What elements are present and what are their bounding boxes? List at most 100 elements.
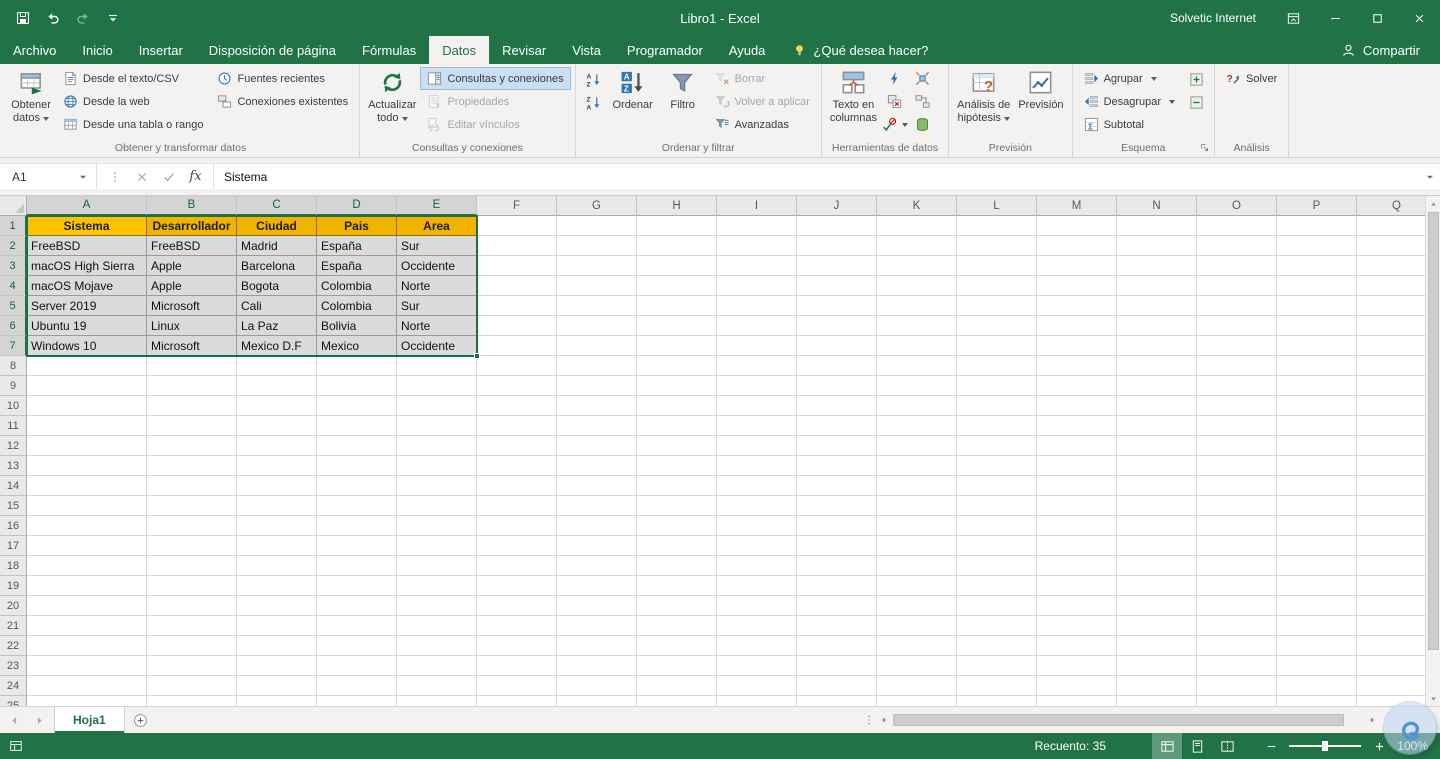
- cell-f14[interactable]: [477, 476, 557, 496]
- cell-i6[interactable]: [717, 316, 797, 336]
- cell-f24[interactable]: [477, 676, 557, 696]
- tab-revisar[interactable]: Revisar: [489, 36, 559, 64]
- cell-h13[interactable]: [637, 456, 717, 476]
- cell-a21[interactable]: [27, 616, 147, 636]
- cell-e21[interactable]: [397, 616, 477, 636]
- cell-f6[interactable]: [477, 316, 557, 336]
- cell-b25[interactable]: [147, 696, 237, 706]
- cell-c10[interactable]: [237, 396, 317, 416]
- actualizar-todo-button[interactable]: Actualizar todo: [364, 67, 420, 127]
- cell-f11[interactable]: [477, 416, 557, 436]
- cell-b9[interactable]: [147, 376, 237, 396]
- cell-h4[interactable]: [637, 276, 717, 296]
- cell-k1[interactable]: [877, 216, 957, 236]
- cell-m20[interactable]: [1037, 596, 1117, 616]
- tab-inicio[interactable]: Inicio: [69, 36, 125, 64]
- macro-record-button[interactable]: [0, 739, 32, 753]
- cell-a11[interactable]: [27, 416, 147, 436]
- cell-m21[interactable]: [1037, 616, 1117, 636]
- cell-o11[interactable]: [1197, 416, 1277, 436]
- sort-az-button[interactable]: AZ: [580, 68, 608, 90]
- scroll-down-button[interactable]: [1426, 690, 1440, 706]
- cell-i7[interactable]: [717, 336, 797, 356]
- cell-b16[interactable]: [147, 516, 237, 536]
- cell-e15[interactable]: [397, 496, 477, 516]
- cell-o22[interactable]: [1197, 636, 1277, 656]
- cell-e12[interactable]: [397, 436, 477, 456]
- cell-a15[interactable]: [27, 496, 147, 516]
- cell-m13[interactable]: [1037, 456, 1117, 476]
- cell-n17[interactable]: [1117, 536, 1197, 556]
- cell-d10[interactable]: [317, 396, 397, 416]
- cell-a22[interactable]: [27, 636, 147, 656]
- cell-h11[interactable]: [637, 416, 717, 436]
- cell-m18[interactable]: [1037, 556, 1117, 576]
- cell-i24[interactable]: [717, 676, 797, 696]
- column-header-h[interactable]: H: [637, 196, 717, 216]
- cell-g12[interactable]: [557, 436, 637, 456]
- cell-k5[interactable]: [877, 296, 957, 316]
- cell-g22[interactable]: [557, 636, 637, 656]
- cell-e9[interactable]: [397, 376, 477, 396]
- column-header-o[interactable]: O: [1197, 196, 1277, 216]
- cell-i2[interactable]: [717, 236, 797, 256]
- cell-a24[interactable]: [27, 676, 147, 696]
- cell-b11[interactable]: [147, 416, 237, 436]
- cell-n15[interactable]: [1117, 496, 1197, 516]
- cell-j6[interactable]: [797, 316, 877, 336]
- cell-g18[interactable]: [557, 556, 637, 576]
- cell-k18[interactable]: [877, 556, 957, 576]
- cell-d9[interactable]: [317, 376, 397, 396]
- cell-j10[interactable]: [797, 396, 877, 416]
- conexiones-existentes-button[interactable]: Conexiones existentes: [210, 90, 355, 113]
- cell-f1[interactable]: [477, 216, 557, 236]
- cell-b8[interactable]: [147, 356, 237, 376]
- cell-b24[interactable]: [147, 676, 237, 696]
- cell-d19[interactable]: [317, 576, 397, 596]
- cell-c22[interactable]: [237, 636, 317, 656]
- cell-k25[interactable]: [877, 696, 957, 706]
- cell-f4[interactable]: [477, 276, 557, 296]
- cell-o24[interactable]: [1197, 676, 1277, 696]
- cell-h18[interactable]: [637, 556, 717, 576]
- cell-g15[interactable]: [557, 496, 637, 516]
- cell-j25[interactable]: [797, 696, 877, 706]
- cell-l8[interactable]: [957, 356, 1037, 376]
- cell-e14[interactable]: [397, 476, 477, 496]
- cell-n2[interactable]: [1117, 236, 1197, 256]
- column-header-j[interactable]: J: [797, 196, 877, 216]
- avanzadas-button[interactable]: Avanzadas: [708, 113, 817, 136]
- cell-j16[interactable]: [797, 516, 877, 536]
- column-header-f[interactable]: F: [477, 196, 557, 216]
- cell-c14[interactable]: [237, 476, 317, 496]
- cell-p9[interactable]: [1277, 376, 1357, 396]
- cell-l5[interactable]: [957, 296, 1037, 316]
- cell-l19[interactable]: [957, 576, 1037, 596]
- ordenar-button[interactable]: A Z Ordenar: [608, 67, 658, 114]
- cell-i10[interactable]: [717, 396, 797, 416]
- cell-i13[interactable]: [717, 456, 797, 476]
- cell-p10[interactable]: [1277, 396, 1357, 416]
- cell-e20[interactable]: [397, 596, 477, 616]
- view-page-layout-button[interactable]: [1182, 733, 1212, 759]
- cell-c1[interactable]: Ciudad: [237, 216, 317, 236]
- cell-f19[interactable]: [477, 576, 557, 596]
- row-header-7[interactable]: 7: [0, 336, 27, 356]
- cell-n5[interactable]: [1117, 296, 1197, 316]
- cell-g13[interactable]: [557, 456, 637, 476]
- cell-k23[interactable]: [877, 656, 957, 676]
- cell-p25[interactable]: [1277, 696, 1357, 706]
- cell-k10[interactable]: [877, 396, 957, 416]
- cell-c8[interactable]: [237, 356, 317, 376]
- cell-c16[interactable]: [237, 516, 317, 536]
- cell-g21[interactable]: [557, 616, 637, 636]
- cell-k13[interactable]: [877, 456, 957, 476]
- tab-disposicion-de-pagina[interactable]: Disposición de página: [196, 36, 349, 64]
- column-header-p[interactable]: P: [1277, 196, 1357, 216]
- cell-h6[interactable]: [637, 316, 717, 336]
- cell-f25[interactable]: [477, 696, 557, 706]
- zoom-slider-thumb[interactable]: [1322, 741, 1328, 751]
- cell-p4[interactable]: [1277, 276, 1357, 296]
- cell-n16[interactable]: [1117, 516, 1197, 536]
- cell-n6[interactable]: [1117, 316, 1197, 336]
